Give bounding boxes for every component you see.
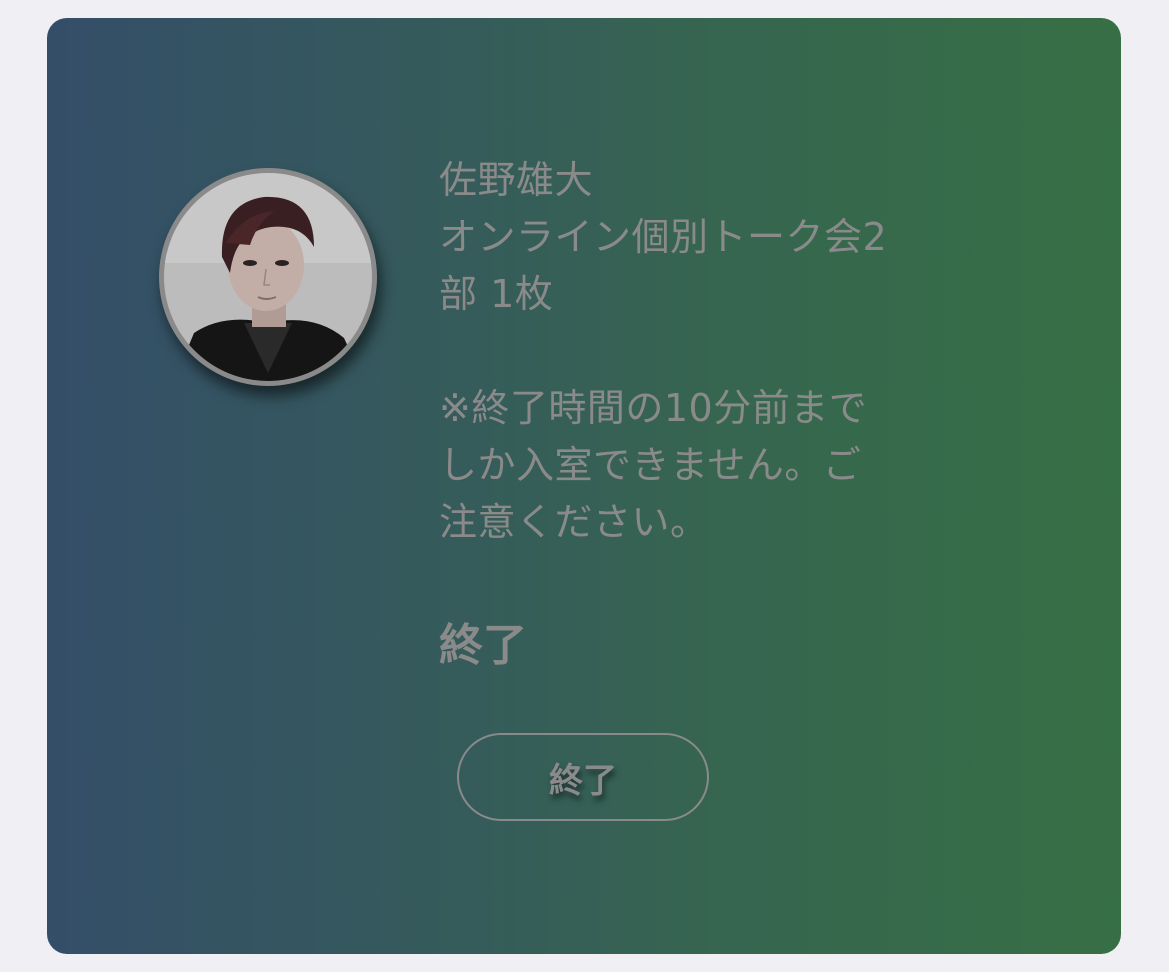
event-name-line2: 部 1枚 xyxy=(439,272,554,316)
artist-name: 佐野雄大 xyxy=(439,158,594,202)
ended-button[interactable]: 終了 xyxy=(457,733,709,821)
notice-line2: しか入室できません。ご xyxy=(439,443,862,487)
artist-avatar xyxy=(159,168,377,386)
ticket-card: 佐野雄大 オンライン個別トーク会2 部 1枚 ※終了時間の10分前まで しか入室… xyxy=(47,18,1121,954)
event-name-line1: オンライン個別トーク会2 xyxy=(439,215,888,259)
ticket-info: 佐野雄大 オンライン個別トーク会2 部 1枚 ※終了時間の10分前まで しか入室… xyxy=(439,152,1059,551)
notice-line3: 注意ください。 xyxy=(439,500,709,544)
notice-line1: ※終了時間の10分前まで xyxy=(439,386,868,430)
artist-photo xyxy=(164,173,372,381)
status-label: 終了 xyxy=(439,620,527,671)
